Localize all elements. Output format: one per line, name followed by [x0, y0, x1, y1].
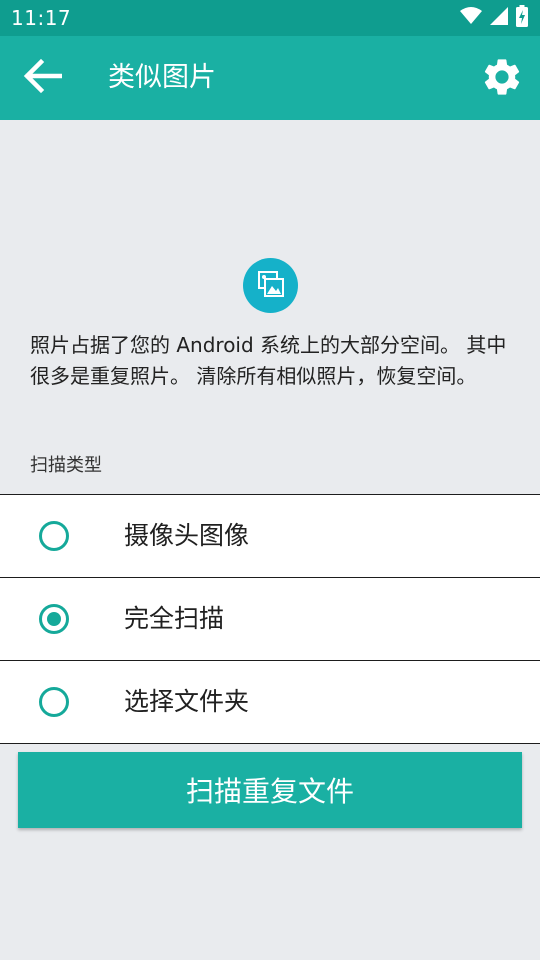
wifi-icon [460, 7, 482, 29]
option-label: 摄像头图像 [124, 521, 250, 550]
settings-button[interactable] [478, 55, 526, 103]
scan-type-options: 摄像头图像 完全扫描 选择文件夹 [0, 494, 540, 744]
radio-camera-images[interactable] [39, 521, 69, 551]
status-time: 11:17 [11, 6, 72, 30]
scan-duplicates-button[interactable]: 扫描重复文件 [18, 752, 522, 828]
radio-full-scan[interactable] [39, 604, 69, 634]
option-camera-images[interactable]: 摄像头图像 [0, 495, 540, 578]
option-full-scan[interactable]: 完全扫描 [0, 578, 540, 661]
option-select-folder[interactable]: 选择文件夹 [0, 661, 540, 744]
status-bar: 11:17 [0, 0, 540, 36]
hero-photo-icon-circle [243, 258, 298, 313]
photo-gallery-icon [257, 270, 285, 302]
option-label: 完全扫描 [124, 604, 225, 633]
battery-charging-icon [516, 5, 528, 31]
signal-icon [490, 7, 508, 29]
status-icons [460, 5, 528, 31]
arrow-left-icon [22, 58, 63, 98]
gear-icon [480, 55, 524, 103]
back-button[interactable] [18, 56, 66, 100]
option-label: 选择文件夹 [124, 687, 250, 716]
scan-type-label: 扫描类型 [30, 455, 102, 476]
description-text: 照片占据了您的 Android 系统上的大部分空间。 其中很多是重复照片。 清除… [30, 333, 507, 388]
page-title: 类似图片 [108, 62, 216, 93]
radio-select-folder[interactable] [39, 687, 69, 717]
app-bar: 类似图片 [0, 36, 540, 120]
